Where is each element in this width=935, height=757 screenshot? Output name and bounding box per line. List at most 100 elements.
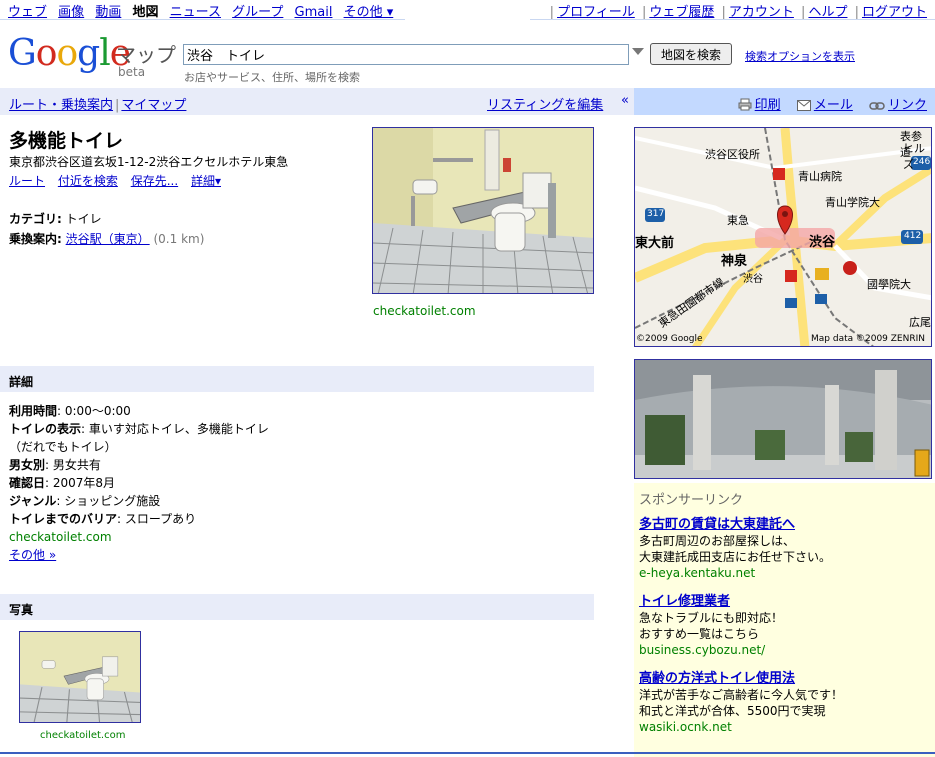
sponsored-title: スポンサーリンク — [639, 493, 744, 508]
detail-row: 利用時間: 0:00～0:00 — [9, 404, 131, 418]
toolbar-right-links: 印刷 メール リンク — [726, 94, 927, 113]
transit-station-link[interactable]: 渋谷駅（東京） — [66, 232, 150, 246]
account-nav: | プロフィール | ウェブ履歴 | アカウント | ヘルプ | ログアウト — [549, 5, 927, 20]
map-copyright: ©2009 Google — [636, 334, 703, 344]
details-source: checkatoilet.com — [9, 530, 112, 544]
nav-news[interactable]: ニュース — [170, 5, 221, 20]
account-settings[interactable]: アカウント — [729, 5, 794, 20]
photos-heading: 写真 — [9, 603, 34, 617]
map-label: 渋谷 — [809, 235, 836, 250]
category-value: トイレ — [65, 212, 102, 226]
edit-listing-link[interactable]: リスティングを編集 — [487, 94, 603, 113]
nav-video[interactable]: 動画 — [95, 5, 121, 20]
maps-product-name: マップ — [116, 43, 176, 67]
street-view-preview[interactable] — [634, 359, 932, 479]
google-logo[interactable]: Google — [8, 34, 131, 74]
nav-groups[interactable]: グループ — [232, 5, 283, 20]
place-transit: 乗換案内: 渋谷駅（東京） (0.1 km) — [9, 230, 204, 247]
toolbar-left-links: ルート・乗換案内 | マイマップ — [9, 98, 187, 113]
nav-images[interactable]: 画像 — [58, 5, 84, 20]
map-label: 東急 — [727, 214, 749, 227]
detail-row: 男女別: 男女共有 — [9, 458, 101, 472]
product-nav: ウェブ 画像 動画 地図 ニュース グループ Gmail その他 ▾ — [8, 1, 400, 20]
print-label[interactable]: 印刷 — [755, 98, 781, 113]
toilet-photo[interactable] — [372, 127, 594, 294]
detail-row: ジャンル: ショッピング施設 — [9, 494, 161, 508]
ad-title-link[interactable]: 多古町の賃貸は大東建託へ — [639, 517, 831, 533]
place-actions: ルート 付近を検索 保存先... 詳細▾ — [9, 172, 230, 189]
transit-label: 乗換案内: — [9, 232, 62, 246]
map-label: 渋谷区役所 — [705, 148, 760, 161]
detail-row: トイレの表示: 車いす対応トイレ、多機能トイレ（だれでもトイレ） — [9, 422, 269, 454]
top-bar: ウェブ 画像 動画 地図 ニュース グループ Gmail その他 ▾ | プロフィ… — [0, 0, 935, 20]
map-toolbar: ルート・乗換案内 | マイマップ リスティングを編集 « 印刷 メール リンク — [0, 88, 935, 115]
save-to-link[interactable]: 保存先... — [131, 174, 178, 188]
transit-distance: (0.1 km) — [153, 232, 205, 246]
street-view-illustration — [635, 360, 931, 478]
top-divider-right — [530, 19, 935, 20]
ad-item: 多古町の賃貸は大東建託へ 多古町周辺のお部屋探しは、 大東建託成田支店にお任せ下… — [639, 517, 832, 580]
map-label: 青山学院大 — [825, 196, 880, 209]
account-web-history[interactable]: ウェブ履歴 — [649, 5, 714, 20]
mail-label[interactable]: メール — [814, 98, 853, 113]
mail-button[interactable]: メール — [796, 98, 857, 113]
route-shield: 412 — [904, 231, 922, 241]
account-help[interactable]: ヘルプ — [808, 5, 847, 20]
map-label: 渋谷 — [743, 274, 763, 285]
ad-url: business.cybozu.net/ — [639, 643, 766, 657]
search-input[interactable] — [183, 44, 629, 65]
collapse-panel-icon[interactable]: « — [621, 93, 629, 108]
details-list: 利用時間: 0:00～0:00 トイレの表示: 車いす対応トイレ、多機能トイレ（… — [9, 402, 289, 564]
header: Google マップ beta 地図を検索 検索オプションを表示 お店やサービス… — [0, 28, 935, 88]
map-label: 東大前 — [635, 236, 675, 251]
ad-url: wasiki.ocnk.net — [639, 720, 732, 734]
route-shield: 317 — [647, 209, 665, 219]
map-view[interactable]: 渋谷区役所 青山病院 青山学院大 東急 渋谷 神泉 東大前 國學院大 渋谷 東急… — [634, 127, 932, 347]
nav-maps-current: 地図 — [132, 5, 159, 20]
route-shield: 246 — [913, 157, 931, 167]
mail-icon — [796, 100, 811, 111]
place-category: カテゴリ: トイレ — [9, 210, 102, 227]
search-history-dropdown-icon[interactable] — [632, 48, 644, 55]
top-divider-left — [0, 19, 405, 20]
more-details-link[interactable]: 詳細▾ — [191, 174, 221, 188]
detail-row: 確認日: 2007年8月 — [9, 476, 116, 490]
account-logout[interactable]: ログアウト — [862, 5, 927, 20]
search-hint: お店やサービス、住所、場所を検索 — [184, 71, 360, 84]
route-transit-link[interactable]: ルート・乗換案内 — [9, 98, 113, 113]
place-address: 東京都渋谷区道玄坂1-12-2渋谷エクセルホテル東急 — [9, 155, 289, 169]
search-maps-button[interactable]: 地図を検索 — [650, 43, 733, 65]
ad-item: 高齢の方洋式トイレ使用法 洋式が苦手なご高齢者に今人気です！ 和式と洋式が合体、… — [639, 671, 844, 734]
map-data-credit: Map data ©2009 ZENRIN — [811, 334, 925, 344]
search-nearby-link[interactable]: 付近を検索 — [58, 174, 118, 188]
link-button[interactable]: リンク — [869, 98, 927, 113]
thumbnail-source: checkatoilet.com — [40, 730, 126, 741]
nav-gmail[interactable]: Gmail — [295, 5, 333, 20]
thumbnail-illustration — [20, 632, 140, 722]
chain-link-icon — [869, 102, 885, 110]
details-more-link[interactable]: その他 » — [9, 548, 56, 562]
map-label: 國學院大 — [867, 278, 911, 291]
place-title: 多機能トイレ — [9, 130, 124, 152]
map-label: 青山病院 — [798, 170, 842, 183]
my-maps-link[interactable]: マイマップ — [121, 98, 186, 113]
account-profile[interactable]: プロフィール — [557, 5, 635, 20]
toilet-photo-illustration — [373, 128, 593, 293]
ad-url: e-heya.kentaku.net — [639, 566, 756, 580]
link-label[interactable]: リンク — [888, 98, 927, 113]
toilet-photo-thumbnail[interactable] — [19, 631, 141, 723]
ad-title-link[interactable]: トイレ修理業者 — [639, 594, 783, 610]
map-label: 神泉 — [721, 254, 748, 269]
window-bottom-border — [0, 752, 935, 754]
nav-web[interactable]: ウェブ — [8, 5, 47, 20]
nav-more[interactable]: その他 ▾ — [344, 5, 394, 20]
photo-source: checkatoilet.com — [373, 304, 476, 318]
print-button[interactable]: 印刷 — [738, 98, 785, 113]
beta-label: beta — [118, 65, 146, 79]
photos-section-header: 写真 — [0, 594, 594, 620]
search-options-link[interactable]: 検索オプションを表示 — [745, 48, 855, 64]
ad-title-link[interactable]: 高齢の方洋式トイレ使用法 — [639, 671, 843, 687]
map-label: ヒルズ — [903, 142, 925, 171]
map-label: 広尾 — [909, 316, 931, 329]
route-link[interactable]: ルート — [9, 174, 45, 188]
